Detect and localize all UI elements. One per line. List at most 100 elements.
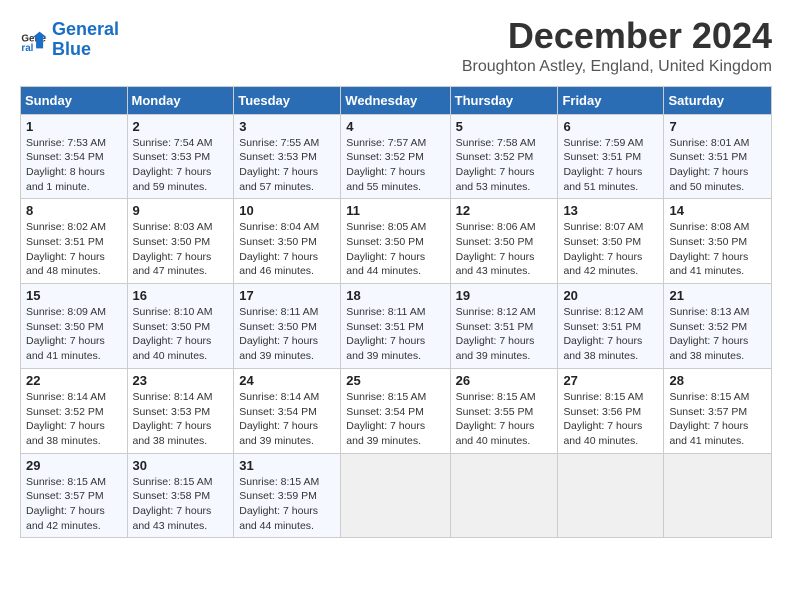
calendar-cell: 19 Sunrise: 8:12 AM Sunset: 3:51 PM Dayli… [450,284,558,369]
calendar-table: SundayMondayTuesdayWednesdayThursdayFrid… [20,86,772,539]
calendar-cell [450,453,558,538]
day-number: 21 [669,288,766,303]
calendar-week-row: 29Sunrise: 8:15 AM Sunset: 3:57 PM Dayli… [21,453,772,538]
day-number: 24 [239,373,335,388]
calendar-cell: 16 Sunrise: 8:10 AM Sunset: 3:50 PM Dayli… [127,284,234,369]
day-header-friday: Friday [558,86,664,114]
calendar-cell: 8Sunrise: 8:02 AM Sunset: 3:51 PM Daylig… [21,199,128,284]
calendar-header-row: SundayMondayTuesdayWednesdayThursdayFrid… [21,86,772,114]
calendar-cell: 15Sunrise: 8:09 AM Sunset: 3:50 PM Dayli… [21,284,128,369]
day-info: Sunrise: 8:02 AM Sunset: 3:51 PM Dayligh… [26,220,122,279]
calendar-cell: 3 Sunrise: 7:55 AM Sunset: 3:53 PM Daylig… [234,114,341,199]
calendar-cell: 12Sunrise: 8:06 AM Sunset: 3:50 PM Dayli… [450,199,558,284]
day-header-sunday: Sunday [21,86,128,114]
calendar-cell: 9 Sunrise: 8:03 AM Sunset: 3:50 PM Daylig… [127,199,234,284]
day-number: 5 [456,119,553,134]
day-info: Sunrise: 8:10 AM Sunset: 3:50 PM Dayligh… [133,305,229,364]
calendar-cell: 5 Sunrise: 7:58 AM Sunset: 3:52 PM Daylig… [450,114,558,199]
calendar-cell: 13 Sunrise: 8:07 AM Sunset: 3:50 PM Dayli… [558,199,664,284]
day-number: 13 [563,203,658,218]
calendar-cell [664,453,772,538]
day-number: 23 [133,373,229,388]
calendar-week-row: 8Sunrise: 8:02 AM Sunset: 3:51 PM Daylig… [21,199,772,284]
day-number: 20 [563,288,658,303]
calendar-cell: 24Sunrise: 8:14 AM Sunset: 3:54 PM Dayli… [234,368,341,453]
day-number: 2 [133,119,229,134]
day-info: Sunrise: 7:57 AM Sunset: 3:52 PM Dayligh… [346,136,444,195]
day-info: Sunrise: 8:08 AM Sunset: 3:50 PM Dayligh… [669,220,766,279]
calendar-cell: 21 Sunrise: 8:13 AM Sunset: 3:52 PM Dayli… [664,284,772,369]
day-number: 30 [133,458,229,473]
day-number: 11 [346,203,444,218]
day-number: 7 [669,119,766,134]
calendar-week-row: 22Sunrise: 8:14 AM Sunset: 3:52 PM Dayli… [21,368,772,453]
day-info: Sunrise: 8:03 AM Sunset: 3:50 PM Dayligh… [133,220,229,279]
logo-icon: Gene ral [20,26,48,54]
day-info: Sunrise: 8:12 AM Sunset: 3:51 PM Dayligh… [456,305,553,364]
day-number: 10 [239,203,335,218]
day-number: 9 [133,203,229,218]
day-number: 18 [346,288,444,303]
location: Broughton Astley, England, United Kingdo… [462,58,772,76]
day-number: 16 [133,288,229,303]
calendar-cell: 28 Sunrise: 8:15 AM Sunset: 3:57 PM Dayli… [664,368,772,453]
day-info: Sunrise: 8:11 AM Sunset: 3:50 PM Dayligh… [239,305,335,364]
calendar-cell: 14 Sunrise: 8:08 AM Sunset: 3:50 PM Dayli… [664,199,772,284]
day-number: 6 [563,119,658,134]
day-info: Sunrise: 8:01 AM Sunset: 3:51 PM Dayligh… [669,136,766,195]
day-header-monday: Monday [127,86,234,114]
day-number: 27 [563,373,658,388]
day-number: 1 [26,119,122,134]
calendar-cell: 30Sunrise: 8:15 AM Sunset: 3:58 PM Dayli… [127,453,234,538]
day-info: Sunrise: 8:15 AM Sunset: 3:57 PM Dayligh… [669,390,766,449]
day-number: 19 [456,288,553,303]
logo-text: GeneralBlue [52,20,119,60]
day-info: Sunrise: 8:07 AM Sunset: 3:50 PM Dayligh… [563,220,658,279]
page-header: Gene ral GeneralBlue December 2024 Broug… [20,16,772,76]
day-number: 15 [26,288,122,303]
calendar-cell: 4 Sunrise: 7:57 AM Sunset: 3:52 PM Daylig… [341,114,450,199]
day-info: Sunrise: 7:54 AM Sunset: 3:53 PM Dayligh… [133,136,229,195]
calendar-cell: 27 Sunrise: 8:15 AM Sunset: 3:56 PM Dayli… [558,368,664,453]
calendar-cell: 10 Sunrise: 8:04 AM Sunset: 3:50 PM Dayli… [234,199,341,284]
calendar-cell: 18Sunrise: 8:11 AM Sunset: 3:51 PM Dayli… [341,284,450,369]
day-info: Sunrise: 8:14 AM Sunset: 3:53 PM Dayligh… [133,390,229,449]
day-number: 29 [26,458,122,473]
calendar-cell: 2 Sunrise: 7:54 AM Sunset: 3:53 PM Daylig… [127,114,234,199]
day-info: Sunrise: 7:55 AM Sunset: 3:53 PM Dayligh… [239,136,335,195]
title-block: December 2024 Broughton Astley, England,… [462,16,772,76]
day-number: 28 [669,373,766,388]
day-number: 17 [239,288,335,303]
calendar-cell [558,453,664,538]
day-number: 31 [239,458,335,473]
day-number: 22 [26,373,122,388]
day-info: Sunrise: 8:15 AM Sunset: 3:56 PM Dayligh… [563,390,658,449]
calendar-cell: 17 Sunrise: 8:11 AM Sunset: 3:50 PM Dayli… [234,284,341,369]
day-header-thursday: Thursday [450,86,558,114]
calendar-cell: 25Sunrise: 8:15 AM Sunset: 3:54 PM Dayli… [341,368,450,453]
calendar-cell: 26Sunrise: 8:15 AM Sunset: 3:55 PM Dayli… [450,368,558,453]
calendar-cell: 23 Sunrise: 8:14 AM Sunset: 3:53 PM Dayli… [127,368,234,453]
day-number: 26 [456,373,553,388]
day-number: 25 [346,373,444,388]
day-info: Sunrise: 8:13 AM Sunset: 3:52 PM Dayligh… [669,305,766,364]
day-number: 12 [456,203,553,218]
month-title: December 2024 [462,16,772,56]
calendar-cell: 31Sunrise: 8:15 AM Sunset: 3:59 PM Dayli… [234,453,341,538]
calendar-cell: 20Sunrise: 8:12 AM Sunset: 3:51 PM Dayli… [558,284,664,369]
calendar-cell: 11 Sunrise: 8:05 AM Sunset: 3:50 PM Dayli… [341,199,450,284]
calendar-cell: 7 Sunrise: 8:01 AM Sunset: 3:51 PM Daylig… [664,114,772,199]
calendar-cell: 1 Sunrise: 7:53 AM Sunset: 3:54 PM Daylig… [21,114,128,199]
day-info: Sunrise: 7:53 AM Sunset: 3:54 PM Dayligh… [26,136,122,195]
day-header-tuesday: Tuesday [234,86,341,114]
day-info: Sunrise: 7:59 AM Sunset: 3:51 PM Dayligh… [563,136,658,195]
day-number: 3 [239,119,335,134]
day-number: 4 [346,119,444,134]
day-info: Sunrise: 8:05 AM Sunset: 3:50 PM Dayligh… [346,220,444,279]
day-number: 14 [669,203,766,218]
calendar-cell: 6 Sunrise: 7:59 AM Sunset: 3:51 PM Daylig… [558,114,664,199]
calendar-week-row: 15Sunrise: 8:09 AM Sunset: 3:50 PM Dayli… [21,284,772,369]
calendar-week-row: 1 Sunrise: 7:53 AM Sunset: 3:54 PM Daylig… [21,114,772,199]
day-info: Sunrise: 7:58 AM Sunset: 3:52 PM Dayligh… [456,136,553,195]
day-info: Sunrise: 8:04 AM Sunset: 3:50 PM Dayligh… [239,220,335,279]
